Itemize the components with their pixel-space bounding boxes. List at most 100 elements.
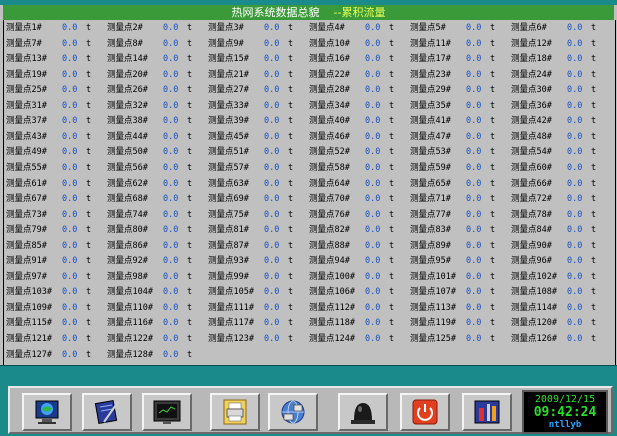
measurement-cell: 测量点56# 0.0 t — [105, 161, 206, 176]
measurement-label: 测量点19# — [6, 69, 47, 80]
measurement-label: 测量点128# — [107, 349, 153, 360]
measurement-unit: t — [591, 209, 597, 220]
measurement-cell: 测量点33# 0.0 t — [206, 99, 307, 114]
power-button[interactable] — [400, 393, 450, 431]
network-overview-button[interactable] — [22, 393, 72, 431]
measurement-value: 0.0 — [466, 38, 482, 49]
trend-monitor-button[interactable] — [142, 393, 192, 431]
measurement-unit: t — [187, 349, 193, 360]
measurement-unit: t — [86, 287, 92, 298]
measurement-unit: t — [86, 85, 92, 96]
measurement-cell: 测量点14# 0.0 t — [105, 52, 206, 67]
measurement-cell: 测量点97# 0.0 t — [4, 270, 105, 285]
measurement-value: 0.0 — [466, 225, 482, 236]
measurement-cell: 测量点84# 0.0 t — [509, 223, 610, 238]
measurement-cell: 测量点38# 0.0 t — [105, 114, 206, 129]
measurement-value: 0.0 — [264, 334, 280, 344]
tools-button[interactable] — [462, 393, 512, 431]
measurement-unit: t — [389, 178, 395, 189]
measurement-unit: t — [86, 334, 92, 344]
measurement-value: 0.0 — [466, 302, 482, 313]
edit-button[interactable] — [82, 393, 132, 431]
measurement-cell: 测量点111# 0.0 t — [206, 301, 307, 316]
measurement-cell: 测量点3# 0.0 t — [206, 21, 307, 36]
measurement-unit: t — [389, 131, 395, 142]
measurement-label: 测量点11# — [410, 38, 451, 49]
measurement-value: 0.0 — [62, 271, 78, 282]
measurement-cell: 测量点9# 0.0 t — [206, 37, 307, 52]
measurement-label: 测量点50# — [107, 147, 148, 158]
measurement-value: 0.0 — [264, 116, 280, 127]
measurement-unit: t — [490, 302, 496, 313]
measurement-unit: t — [490, 318, 496, 329]
measurement-unit: t — [288, 302, 294, 313]
measurement-cell: 测量点39# 0.0 t — [206, 114, 307, 129]
print-button[interactable] — [210, 393, 260, 431]
alarm-button[interactable] — [338, 393, 388, 431]
measurement-unit: t — [288, 116, 294, 127]
measurement-label: 测量点59# — [410, 162, 451, 173]
measurement-unit: t — [86, 116, 92, 127]
measurement-value: 0.0 — [163, 240, 179, 251]
measurement-unit: t — [187, 69, 193, 80]
measurement-value: 0.0 — [466, 147, 482, 158]
measurement-unit: t — [591, 318, 597, 329]
measurement-cell: 测量点1# 0.0 t — [4, 21, 105, 36]
measurement-value: 0.0 — [466, 162, 482, 173]
measurement-unit: t — [187, 23, 193, 33]
measurement-cell: 测量点12# 0.0 t — [509, 37, 610, 52]
measurement-unit: t — [490, 256, 496, 267]
measurement-label: 测量点45# — [208, 131, 249, 142]
measurement-value: 0.0 — [567, 131, 583, 142]
measurement-label: 测量点124# — [309, 334, 355, 344]
measurement-cell: 测量点98# 0.0 t — [105, 270, 206, 285]
measurement-unit: t — [288, 240, 294, 251]
measurement-value: 0.0 — [163, 100, 179, 111]
measurement-value: 0.0 — [62, 54, 78, 65]
measurement-value: 0.0 — [264, 287, 280, 298]
measurement-label: 测量点44# — [107, 131, 148, 142]
measurement-unit: t — [591, 178, 597, 189]
measurement-value: 0.0 — [365, 194, 381, 205]
measurement-unit: t — [591, 287, 597, 298]
measurement-unit: t — [187, 271, 193, 282]
measurement-cell: 测量点4# 0.0 t — [307, 21, 408, 36]
measurement-cell: 测量点10# 0.0 t — [307, 37, 408, 52]
measurement-label: 测量点9# — [208, 38, 244, 49]
measurement-unit: t — [86, 209, 92, 220]
measurement-value: 0.0 — [163, 194, 179, 205]
measurement-value: 0.0 — [466, 334, 482, 344]
measurement-label: 测量点43# — [6, 131, 47, 142]
measurement-cell: 测量点42# 0.0 t — [509, 114, 610, 129]
measurement-unit: t — [288, 147, 294, 158]
current-user: ntllyb — [548, 420, 582, 430]
measurement-label: 测量点125# — [410, 334, 456, 344]
measurement-value: 0.0 — [466, 271, 482, 282]
measurement-unit: t — [591, 194, 597, 205]
measurement-label: 测量点41# — [410, 116, 451, 127]
measurement-unit: t — [86, 240, 92, 251]
measurement-label: 测量点111# — [208, 302, 254, 313]
measurement-label: 测量点25# — [6, 85, 47, 96]
measurement-unit: t — [591, 100, 597, 111]
measurement-cell: 测量点58# 0.0 t — [307, 161, 408, 176]
measurement-cell: 测量点2# 0.0 t — [105, 21, 206, 36]
measurement-value: 0.0 — [264, 240, 280, 251]
measurement-cell: 测量点106# 0.0 t — [307, 285, 408, 300]
measurement-cell: 测量点114# 0.0 t — [509, 301, 610, 316]
measurement-cell: 测量点34# 0.0 t — [307, 99, 408, 114]
measurement-cell: 测量点32# 0.0 t — [105, 99, 206, 114]
measurement-label: 测量点58# — [309, 162, 350, 173]
measurement-label: 测量点1# — [6, 23, 42, 33]
measurement-label: 测量点62# — [107, 178, 148, 189]
measurement-unit: t — [389, 287, 395, 298]
measurement-cell: 测量点95# 0.0 t — [408, 254, 509, 269]
measurement-cell: 测量点78# 0.0 t — [509, 208, 610, 223]
measurement-unit: t — [490, 85, 496, 96]
measurement-label: 测量点106# — [309, 287, 355, 298]
network-button[interactable] — [268, 393, 318, 431]
measurement-value: 0.0 — [466, 256, 482, 267]
measurement-unit: t — [187, 240, 193, 251]
measurement-label: 测量点116# — [107, 318, 153, 329]
measurement-label: 测量点80# — [107, 225, 148, 236]
